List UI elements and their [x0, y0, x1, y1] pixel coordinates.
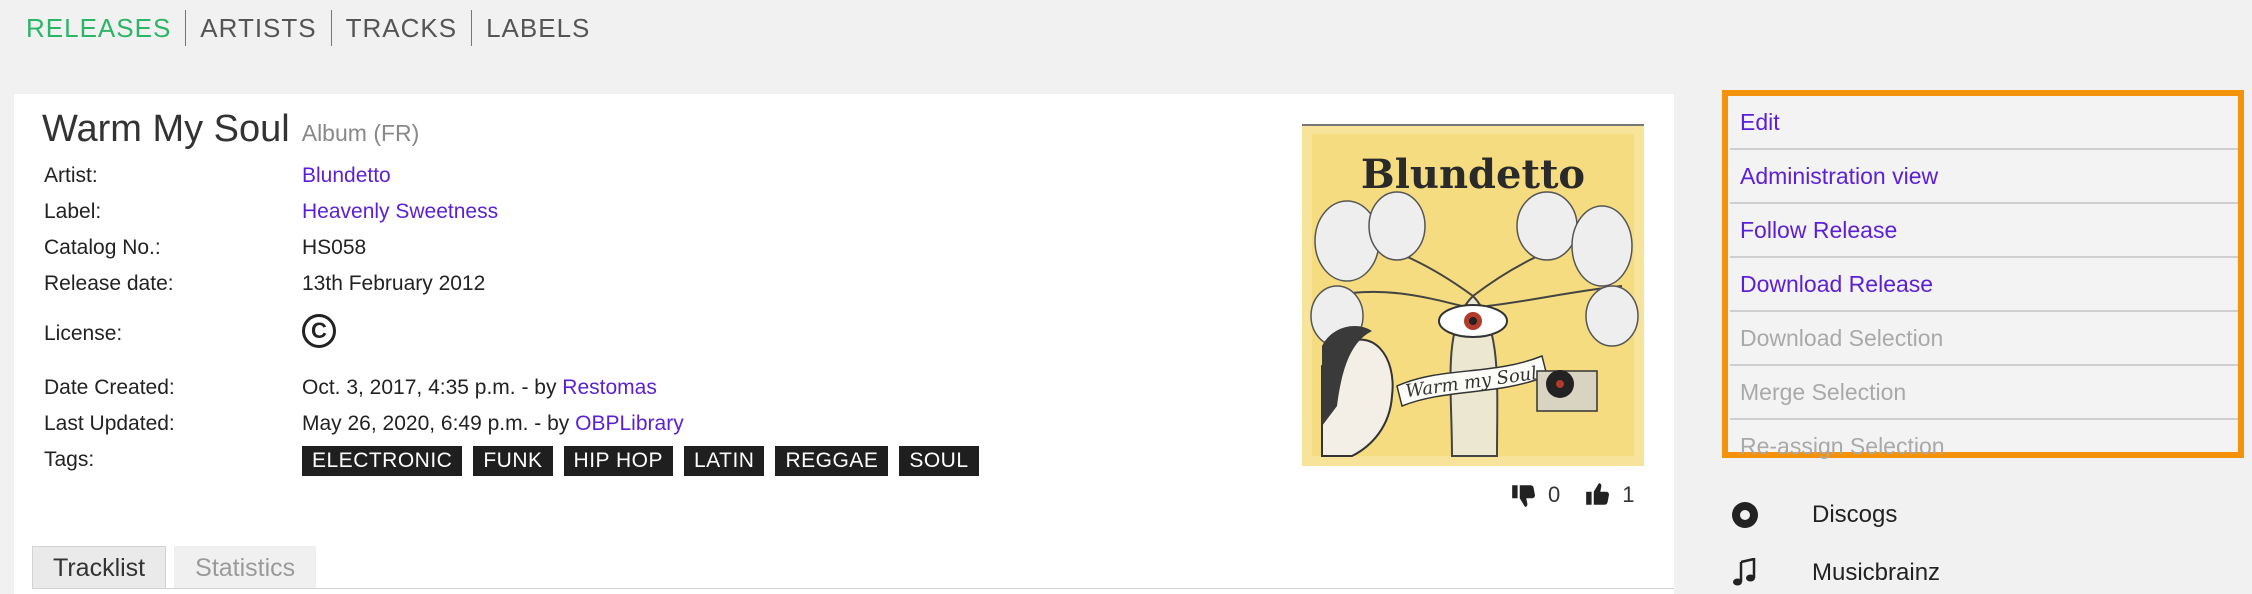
discogs-label: Discogs	[1812, 501, 1898, 528]
release-title: Warm My Soul	[42, 108, 290, 150]
tag-funk[interactable]: FUNK	[473, 446, 553, 476]
reassign-selection-action: Re-assign Selection	[1740, 433, 1945, 459]
release-date-label: Release date:	[44, 272, 174, 295]
release-type: Album (FR)	[301, 120, 420, 146]
date-created-label: Date Created:	[44, 376, 175, 399]
thumbs-down-button[interactable]: 0	[1510, 482, 1560, 508]
merge-selection-action: Merge Selection	[1730, 366, 2238, 420]
thumbs-up-count: 1	[1622, 482, 1635, 507]
tab-tracklist[interactable]: Tracklist	[32, 546, 167, 589]
thumbs-up-icon	[1586, 483, 1610, 505]
discogs-icon	[1728, 498, 1762, 532]
musicbrainz-link[interactable]: Musicbrainz	[1728, 556, 1940, 590]
artist-label: Artist:	[44, 164, 98, 187]
updated-by-link[interactable]: OBPLibrary	[575, 412, 684, 435]
cover-image: Blundetto Warm my Soul	[1302, 124, 1644, 466]
release-heading: Warm My Soul Album (FR)	[42, 108, 419, 151]
license-label: License:	[44, 322, 123, 345]
license-value: C	[302, 314, 336, 348]
tab-statistics[interactable]: Statistics	[174, 546, 317, 589]
tag-latin[interactable]: LATIN	[684, 446, 765, 476]
label-value: Heavenly Sweetness	[302, 200, 498, 224]
created-by-link[interactable]: Restomas	[562, 376, 657, 399]
release-tabs: Tracklist Statistics	[32, 546, 324, 589]
tag-list: ELECTRONIC FUNK HIP HOP LATIN REGGAE SOU…	[302, 446, 990, 476]
tag-electronic[interactable]: ELECTRONIC	[302, 446, 463, 476]
nav-labels[interactable]: LABELS	[472, 8, 604, 48]
music-note-icon	[1728, 556, 1762, 590]
last-updated-text: May 26, 2020, 6:49 p.m. - by	[302, 412, 576, 435]
thumbs-down-count: 0	[1548, 482, 1561, 507]
tag-hip-hop[interactable]: HIP HOP	[563, 446, 673, 476]
tab-divider	[32, 588, 1674, 589]
cover-artwork: Blundetto Warm my Soul	[1302, 126, 1644, 466]
edit-action[interactable]: Edit	[1730, 96, 2238, 150]
follow-release-action[interactable]: Follow Release	[1730, 204, 2238, 258]
download-release-action[interactable]: Download Release	[1730, 258, 2238, 312]
release-panel: Warm My Soul Album (FR) Artist: Blundett…	[14, 94, 1674, 594]
discogs-link[interactable]: Discogs	[1728, 498, 1897, 532]
date-created-value: Oct. 3, 2017, 4:35 p.m. - by Restomas	[302, 376, 657, 400]
top-navigation: RELEASES ARTISTS TRACKS LABELS	[26, 8, 604, 48]
catalog-label: Catalog No.:	[44, 236, 161, 259]
thumbs-up-button[interactable]: 1	[1584, 482, 1635, 508]
catalog-value: HS058	[302, 236, 367, 259]
artist-link[interactable]: Blundetto	[302, 164, 391, 187]
musicbrainz-label: Musicbrainz	[1812, 559, 1941, 586]
votes: 0 1	[1510, 482, 1635, 508]
nav-releases[interactable]: RELEASES	[26, 8, 185, 48]
label-link[interactable]: Heavenly Sweetness	[302, 200, 498, 223]
date-created-text: Oct. 3, 2017, 4:35 p.m. - by	[302, 376, 563, 399]
tag-reggae[interactable]: REGGAE	[775, 446, 889, 476]
cover-brand-text: Blundetto	[1361, 151, 1585, 198]
last-updated-value: May 26, 2020, 6:49 p.m. - by OBPLibrary	[302, 412, 684, 436]
artist-value: Blundetto	[302, 164, 391, 188]
administration-view-action[interactable]: Administration view	[1730, 150, 2238, 204]
copyright-icon: C	[302, 314, 336, 348]
release-actions: Edit Administration view Follow Release …	[1722, 90, 2244, 459]
thumbs-down-icon	[1512, 485, 1535, 507]
tag-soul[interactable]: SOUL	[899, 446, 979, 476]
label-label: Label:	[44, 200, 102, 223]
release-date-value: 13th February 2012	[302, 272, 486, 295]
nav-tracks[interactable]: TRACKS	[332, 8, 471, 48]
last-updated-label: Last Updated:	[44, 412, 175, 435]
download-selection-action: Download Selection	[1730, 312, 2238, 366]
nav-artists[interactable]: ARTISTS	[186, 8, 330, 48]
tags-label: Tags:	[44, 448, 95, 471]
